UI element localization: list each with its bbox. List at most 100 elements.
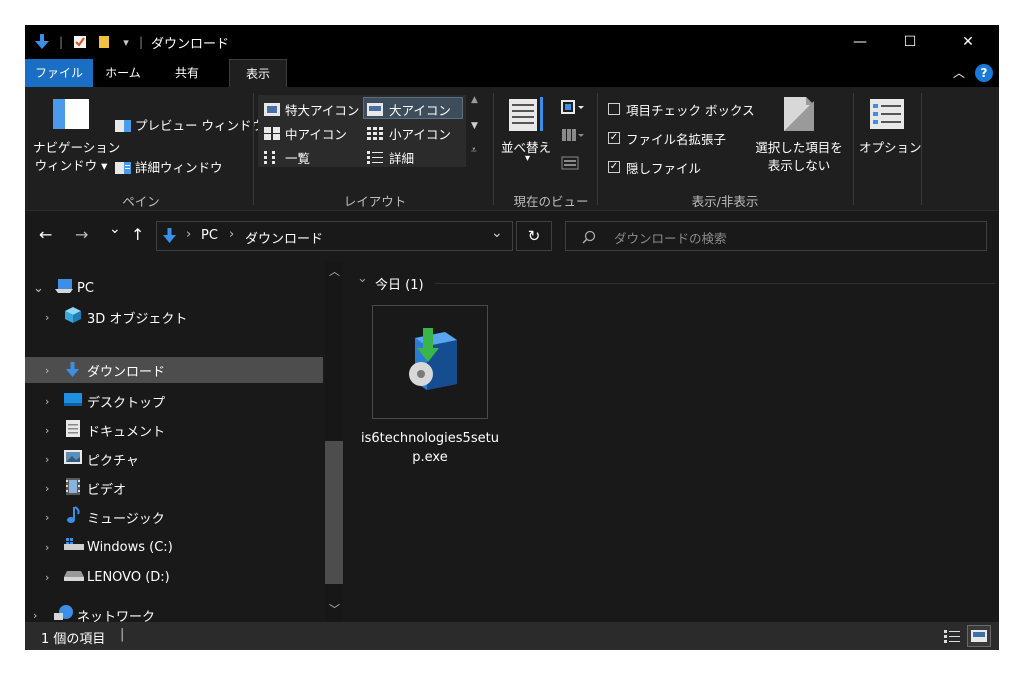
collapse-chevron-icon[interactable]: › bbox=[45, 571, 49, 584]
address-bar[interactable]: › PC › ダウンロード ⌄ bbox=[156, 221, 513, 251]
nav-item-desktop[interactable]: › デスクトップ bbox=[25, 388, 323, 414]
gallery-expand-icon[interactable]: ⩡ bbox=[471, 145, 477, 156]
nav-item-3d-objects[interactable]: › 3D オブジェクト bbox=[25, 304, 323, 330]
minimize-button[interactable]: — bbox=[837, 25, 883, 59]
group-chevron-icon[interactable]: ⌄ bbox=[357, 271, 368, 286]
file-extensions-checkbox[interactable]: ✓ bbox=[608, 132, 620, 144]
sort-by-arrow[interactable]: ▾ bbox=[525, 153, 530, 164]
gallery-scroll-up-icon[interactable]: ▲ bbox=[471, 95, 478, 105]
breadcrumb-downloads[interactable]: ダウンロード bbox=[245, 228, 323, 247]
search-box[interactable]: ダウンロードの検索 bbox=[565, 221, 987, 251]
breadcrumb-separator-2: › bbox=[229, 227, 235, 242]
file-name[interactable]: is6technologies5setup.exe bbox=[357, 429, 503, 467]
recent-locations-button[interactable]: ⌄ bbox=[109, 221, 121, 237]
nav-label-pc: PC bbox=[77, 280, 94, 296]
search-input[interactable]: ダウンロードの検索 bbox=[614, 228, 727, 247]
scroll-up-icon[interactable]: ︿ bbox=[329, 263, 340, 279]
new-folder-icon[interactable] bbox=[95, 33, 113, 51]
list-view-option[interactable]: 一覧 bbox=[285, 148, 310, 167]
collapse-chevron-icon[interactable]: › bbox=[45, 395, 49, 408]
collapse-chevron-icon[interactable]: › bbox=[45, 364, 49, 377]
hidden-items-checkbox[interactable]: ✓ bbox=[608, 161, 620, 173]
drive-icon bbox=[64, 570, 84, 585]
collapse-chevron-icon[interactable]: › bbox=[45, 311, 49, 324]
navigation-pane-button-line2[interactable]: ウィンドウ ▾ bbox=[33, 155, 109, 174]
large-icons-toggle[interactable] bbox=[967, 625, 991, 647]
help-icon[interactable]: ? bbox=[975, 64, 993, 82]
extra-large-icons-icon bbox=[264, 101, 280, 120]
group-header[interactable]: 今日 (1) bbox=[375, 274, 424, 293]
options-icon bbox=[870, 99, 904, 133]
tab-view[interactable]: 表示 bbox=[229, 59, 287, 87]
collapse-chevron-icon[interactable]: › bbox=[33, 609, 37, 622]
download-arrow-icon bbox=[33, 33, 51, 51]
item-count: 1 個の項目 bbox=[41, 632, 106, 647]
maximize-button[interactable]: ☐ bbox=[887, 25, 933, 59]
collapse-chevron-icon[interactable]: › bbox=[45, 453, 49, 466]
collapse-ribbon-icon[interactable]: ︿ bbox=[947, 59, 971, 87]
item-checkboxes-label: 項目チェック ボックス bbox=[626, 103, 755, 118]
details-view-option[interactable]: 詳細 bbox=[389, 148, 414, 167]
breadcrumb-separator: › bbox=[186, 227, 192, 242]
nav-item-videos[interactable]: › ビデオ bbox=[25, 475, 323, 501]
properties-icon[interactable] bbox=[71, 33, 89, 51]
scroll-down-icon[interactable]: ﹀ bbox=[329, 601, 340, 617]
medium-icons-option[interactable]: 中アイコン bbox=[285, 124, 347, 143]
tab-file[interactable]: ファイル bbox=[25, 59, 93, 87]
ribbon-separator-4 bbox=[853, 93, 854, 205]
nav-item-windows-c[interactable]: › Windows (C:) bbox=[25, 534, 323, 560]
nav-label-3d-objects: 3D オブジェクト bbox=[87, 311, 188, 327]
group-divider bbox=[435, 283, 995, 284]
nav-item-pc[interactable]: ⌄ PC bbox=[25, 275, 323, 301]
nav-label-lenovo-d: LENOVO (D:) bbox=[87, 569, 170, 585]
ribbon-tabs: ファイル ホーム 共有 表示 ︿ ? bbox=[25, 59, 999, 87]
collapse-chevron-icon[interactable]: › bbox=[45, 541, 49, 554]
back-button[interactable]: ← bbox=[39, 225, 52, 244]
nav-scrollbar-thumb[interactable] bbox=[325, 441, 343, 584]
collapse-chevron-icon[interactable]: › bbox=[45, 424, 49, 437]
nav-item-documents[interactable]: › ドキュメント bbox=[25, 417, 323, 443]
ribbon-separator bbox=[253, 93, 254, 205]
navigation-pane-button[interactable]: ナビゲーション bbox=[33, 137, 120, 156]
refresh-button[interactable]: ↻ bbox=[516, 221, 552, 251]
gallery-scroll-down-icon[interactable]: ▼ bbox=[471, 121, 478, 131]
close-button[interactable]: ✕ bbox=[945, 25, 991, 59]
size-columns-icon[interactable] bbox=[561, 155, 581, 174]
breadcrumb-pc[interactable]: PC bbox=[201, 228, 218, 243]
item-checkboxes-checkbox[interactable] bbox=[608, 103, 620, 115]
preview-pane-button[interactable]: プレビュー ウィンドウ bbox=[135, 115, 264, 134]
nav-item-pictures[interactable]: › ピクチャ bbox=[25, 446, 323, 472]
extra-large-icons-option[interactable]: 特大アイコン bbox=[285, 100, 359, 119]
add-columns-icon[interactable] bbox=[561, 127, 585, 146]
group-by-icon[interactable] bbox=[561, 99, 585, 118]
nav-label-music: ミュージック bbox=[87, 511, 165, 527]
nav-item-music[interactable]: › ミュージック bbox=[25, 504, 323, 530]
customize-quick-access-icon[interactable]: ▾ bbox=[119, 33, 133, 51]
ribbon-separator-5 bbox=[921, 93, 922, 205]
hide-selected-button-line2[interactable]: 表示しない bbox=[751, 155, 847, 174]
details-view-toggle-icon[interactable] bbox=[943, 628, 961, 648]
details-pane-icon bbox=[115, 159, 131, 178]
file-item[interactable] bbox=[372, 305, 488, 419]
window-title: ダウンロード bbox=[151, 37, 230, 52]
document-icon bbox=[66, 419, 80, 441]
tab-share[interactable]: 共有 bbox=[165, 59, 209, 87]
ribbon: ナビゲーション ウィンドウ ▾ プレビュー ウィンドウ 詳細ウィンドウ ペイン … bbox=[25, 87, 999, 211]
nav-item-downloads[interactable]: › ダウンロード bbox=[25, 357, 323, 383]
address-dropdown-icon[interactable]: ⌄ bbox=[491, 225, 503, 241]
forward-button[interactable]: → bbox=[75, 225, 88, 244]
up-button[interactable]: ↑ bbox=[131, 225, 144, 244]
tab-home[interactable]: ホーム bbox=[97, 59, 149, 87]
options-button[interactable]: オプション bbox=[859, 137, 922, 156]
collapse-chevron-icon[interactable]: › bbox=[45, 511, 49, 524]
hide-selected-button[interactable]: 選択した項目を bbox=[751, 137, 847, 156]
details-pane-button[interactable]: 詳細ウィンドウ bbox=[135, 157, 223, 176]
collapse-chevron-icon[interactable]: › bbox=[45, 482, 49, 495]
layout-group-label: レイアウト bbox=[343, 194, 407, 209]
small-icons-option[interactable]: 小アイコン bbox=[389, 124, 451, 143]
expand-chevron-icon[interactable]: ⌄ bbox=[33, 281, 44, 296]
nav-item-lenovo-d[interactable]: › LENOVO (D:) bbox=[25, 564, 323, 590]
large-icons-option[interactable]: 大アイコン bbox=[389, 100, 451, 119]
download-arrow-icon bbox=[66, 362, 79, 382]
hide-selected-icon bbox=[784, 97, 814, 135]
